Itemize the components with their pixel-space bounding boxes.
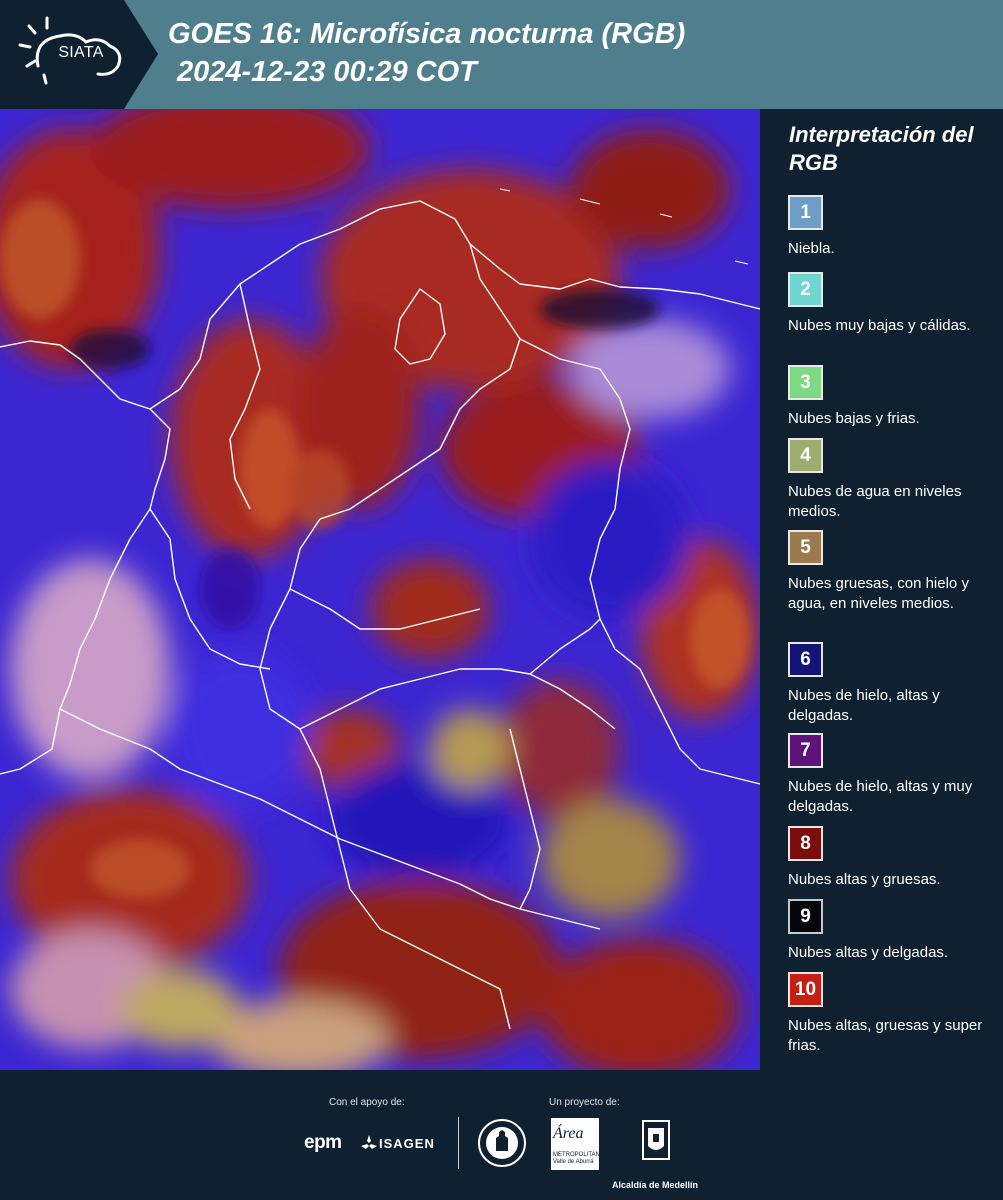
alcaldia-logo-text: Alcaldía de Medellín [612, 1180, 699, 1190]
logo-text: SIATA [58, 44, 104, 61]
legend-label: Nubes de agua en niveles medios. [788, 483, 962, 520]
page-title: GOES 16: Microfísica nocturna (RGB) [168, 18, 686, 50]
legend-swatch: 4 [788, 438, 823, 473]
legend-label: Nubes gruesas, con hielo y agua, en nive… [788, 575, 969, 612]
satellite-map[interactable] [0, 109, 760, 1070]
legend-item-10: 10 Nubes altas, gruesas y super frias. [788, 972, 1000, 1056]
epm-logo: epm [304, 1132, 342, 1153]
legend-label: Nubes bajas y frias. [788, 410, 920, 427]
support-label: Con el apoyo de: [329, 1097, 405, 1108]
legend-item-4: 4 Nubes de agua en niveles medios. [788, 438, 1000, 522]
legend-label: Nubes altas y gruesas. [788, 871, 941, 888]
legend-swatch: 10 [788, 972, 823, 1007]
page-timestamp: 2024-12-23 00:29 COT [177, 56, 477, 88]
legend-label: Niebla. [788, 240, 835, 257]
legend-swatch: 3 [788, 365, 823, 400]
area-logo-subtext: METROPOLITANA Valle de Aburrá [553, 1152, 604, 1165]
legend-swatch: 5 [788, 530, 823, 565]
legend-swatch: 8 [788, 826, 823, 861]
legend-label: Nubes altas y delgadas. [788, 944, 949, 961]
legend-swatch: 2 [788, 272, 823, 307]
legend-title: Interpretación del RGB [789, 122, 974, 175]
legend-swatch: 6 [788, 642, 823, 677]
medellin-seal-icon [478, 1119, 526, 1167]
legend-item-3: 3 Nubes bajas y frias. [788, 365, 1000, 429]
legend-label: Nubes de hielo, altas y muy delgadas. [788, 778, 973, 815]
legend-item-5: 5 Nubes gruesas, con hielo y agua, en ni… [788, 530, 1000, 614]
legend-item-8: 8 Nubes altas y gruesas. [788, 826, 1000, 890]
legend-label: Nubes de hielo, altas y delgadas. [788, 687, 940, 724]
isagen-logo: ISAGEN [379, 1136, 435, 1151]
area-logo-text: Área [553, 1125, 584, 1142]
footer: Con el apoyo de: Un proyecto de: epm ISA… [0, 1070, 1003, 1200]
legend-item-1: 1 Niebla. [788, 195, 1000, 259]
legend-label: Nubes altas, gruesas y super frias. [788, 1017, 983, 1054]
legend-swatch: 7 [788, 733, 823, 768]
legend-item-7: 7 Nubes de hielo, altas y muy delgadas. [788, 733, 1000, 817]
isagen-icon [361, 1135, 377, 1149]
header: SIATA GOES 16: Microfísica nocturna (RGB… [0, 0, 1003, 109]
footer-divider [458, 1117, 459, 1169]
legend-item-6: 6 Nubes de hielo, altas y delgadas. [788, 642, 1000, 726]
legend-swatch: 9 [788, 899, 823, 934]
legend-label: Nubes muy bajas y cálidas. [788, 317, 971, 334]
alcaldia-shield-icon [642, 1120, 670, 1160]
siata-logo: SIATA [0, 0, 158, 109]
legend-item-9: 9 Nubes altas y delgadas. [788, 899, 1000, 963]
project-label: Un proyecto de: [549, 1097, 620, 1108]
legend-panel: Interpretación del RGB 1 Niebla. 2 Nubes… [760, 109, 1003, 1070]
legend-item-2: 2 Nubes muy bajas y cálidas. [788, 272, 1000, 336]
legend-swatch: 1 [788, 195, 823, 230]
